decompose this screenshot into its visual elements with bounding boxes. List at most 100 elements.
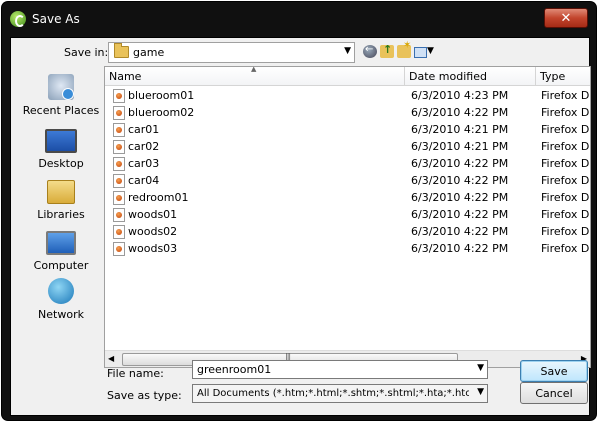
chevron-down-icon[interactable]: ▼ <box>344 46 351 56</box>
place-network[interactable]: Network <box>17 278 105 321</box>
file-name-cell: car03 <box>128 157 160 170</box>
save-in-label: Save in: <box>64 46 109 59</box>
type-cell: Firefox Do <box>541 157 591 170</box>
firefox-document-icon <box>113 174 125 188</box>
folder-icon <box>114 43 129 58</box>
save-as-dialog: Save As ✕ Save in: game ▼ ▼ Recent Place… <box>2 2 596 420</box>
file-name-cell: car04 <box>128 174 160 187</box>
date-modified-cell: 6/3/2010 4:22 PM <box>411 225 509 238</box>
new-folder-icon[interactable] <box>397 40 411 58</box>
back-icon[interactable] <box>363 44 377 58</box>
type-cell: Firefox Do <box>541 208 591 221</box>
file-name-cell: woods03 <box>128 242 178 255</box>
desktop-icon <box>45 129 77 153</box>
sort-ascending-icon: ▲ <box>251 66 257 73</box>
place-computer[interactable]: Computer <box>17 228 105 272</box>
dialog-title: Save As <box>32 12 80 26</box>
date-modified-cell: 6/3/2010 4:23 PM <box>411 89 509 102</box>
place-label: Recent Places <box>22 104 100 117</box>
file-name-value: greenroom01 <box>197 363 272 376</box>
app-icon <box>10 11 26 27</box>
table-row[interactable]: blueroom01 6/3/2010 4:23 PM Firefox Do <box>105 87 590 104</box>
file-name-field[interactable]: greenroom01 ▼ <box>192 360 488 379</box>
firefox-document-icon <box>113 191 125 205</box>
date-modified-cell: 6/3/2010 4:22 PM <box>411 106 509 119</box>
file-name-cell: woods02 <box>128 225 178 238</box>
recent-places-icon <box>48 74 74 100</box>
file-name-cell: redroom01 <box>128 191 189 204</box>
place-recent-places[interactable]: Recent Places <box>17 74 105 117</box>
file-name-cell: blueroom02 <box>128 106 195 119</box>
place-label: Desktop <box>38 157 84 170</box>
file-name-cell: woods01 <box>128 208 178 221</box>
type-cell: Firefox Do <box>541 174 591 187</box>
save-button[interactable]: Save <box>520 360 588 382</box>
places-bar: Recent Places Desktop Libraries Computer… <box>17 68 105 328</box>
save-as-type-label: Save as type: <box>107 389 182 402</box>
type-cell: Firefox Do <box>541 89 591 102</box>
date-modified-cell: 6/3/2010 4:22 PM <box>411 174 509 187</box>
type-cell: Firefox Do <box>541 123 591 136</box>
firefox-document-icon <box>113 208 125 222</box>
type-cell: Firefox Do <box>541 225 591 238</box>
column-name[interactable]: Name <box>109 70 141 83</box>
scroll-left-icon[interactable]: ◀ <box>108 354 114 363</box>
column-divider[interactable] <box>404 67 405 85</box>
title-bar[interactable]: Save As ✕ <box>2 2 596 36</box>
file-name-cell: car01 <box>128 123 160 136</box>
date-modified-cell: 6/3/2010 4:22 PM <box>411 157 509 170</box>
libraries-icon <box>47 180 75 204</box>
column-date-modified[interactable]: Date modified <box>409 70 487 83</box>
date-modified-cell: 6/3/2010 4:22 PM <box>411 242 509 255</box>
type-cell: Firefox Do <box>541 191 591 204</box>
cancel-button[interactable]: Cancel <box>520 382 588 404</box>
type-cell: Firefox Do <box>541 106 591 119</box>
column-type[interactable]: Type <box>540 70 565 83</box>
table-row[interactable]: woods01 6/3/2010 4:22 PM Firefox Do <box>105 206 590 223</box>
date-modified-cell: 6/3/2010 4:22 PM <box>411 208 509 221</box>
up-folder-icon[interactable] <box>380 43 394 58</box>
column-header: Name ▲ Date modified Type <box>105 67 590 86</box>
save-in-dropdown[interactable]: game ▼ <box>108 42 355 63</box>
firefox-document-icon <box>113 157 125 171</box>
date-modified-cell: 6/3/2010 4:21 PM <box>411 123 509 136</box>
firefox-document-icon <box>113 89 125 103</box>
table-row[interactable]: car03 6/3/2010 4:22 PM Firefox Do <box>105 155 590 172</box>
chevron-down-icon[interactable]: ▼ <box>477 387 484 397</box>
network-icon <box>48 278 74 304</box>
date-modified-cell: 6/3/2010 4:21 PM <box>411 140 509 153</box>
file-list[interactable]: Name ▲ Date modified Type blueroom01 6/3/… <box>104 66 591 368</box>
table-row[interactable]: blueroom02 6/3/2010 4:22 PM Firefox Do <box>105 104 590 121</box>
table-row[interactable]: car02 6/3/2010 4:21 PM Firefox Do <box>105 138 590 155</box>
close-button[interactable]: ✕ <box>544 8 588 28</box>
table-row[interactable]: car04 6/3/2010 4:22 PM Firefox Do <box>105 172 590 189</box>
type-cell: Firefox Do <box>541 140 591 153</box>
save-in-location: game <box>133 46 165 59</box>
views-menu-icon[interactable]: ▼ <box>414 45 434 58</box>
firefox-document-icon <box>113 225 125 239</box>
column-divider[interactable] <box>535 67 536 85</box>
firefox-document-icon <box>113 242 125 256</box>
file-name-cell: blueroom01 <box>128 89 195 102</box>
table-row[interactable]: woods03 6/3/2010 4:22 PM Firefox Do <box>105 240 590 257</box>
save-as-type-dropdown[interactable]: All Documents (*.htm;*.html;*.shtm;*.sht… <box>192 384 488 403</box>
table-row[interactable]: car01 6/3/2010 4:21 PM Firefox Do <box>105 121 590 138</box>
save-as-type-value: All Documents (*.htm;*.html;*.shtm;*.sht… <box>197 388 469 399</box>
place-libraries[interactable]: Libraries <box>17 178 105 221</box>
file-name-label: File name: <box>107 367 164 380</box>
place-label: Network <box>38 308 84 321</box>
dialog-client: Save in: game ▼ ▼ Recent Places Desktop … <box>10 37 591 416</box>
firefox-document-icon <box>113 123 125 137</box>
firefox-document-icon <box>113 140 125 154</box>
date-modified-cell: 6/3/2010 4:22 PM <box>411 191 509 204</box>
place-label: Computer <box>33 259 89 272</box>
chevron-down-icon[interactable]: ▼ <box>477 363 484 373</box>
table-row[interactable]: redroom01 6/3/2010 4:22 PM Firefox Do <box>105 189 590 206</box>
place-desktop[interactable]: Desktop <box>17 126 105 170</box>
table-row[interactable]: woods02 6/3/2010 4:22 PM Firefox Do <box>105 223 590 240</box>
file-name-cell: car02 <box>128 140 160 153</box>
place-label: Libraries <box>37 208 85 221</box>
type-cell: Firefox Do <box>541 242 591 255</box>
firefox-document-icon <box>113 106 125 120</box>
computer-icon <box>46 231 76 255</box>
